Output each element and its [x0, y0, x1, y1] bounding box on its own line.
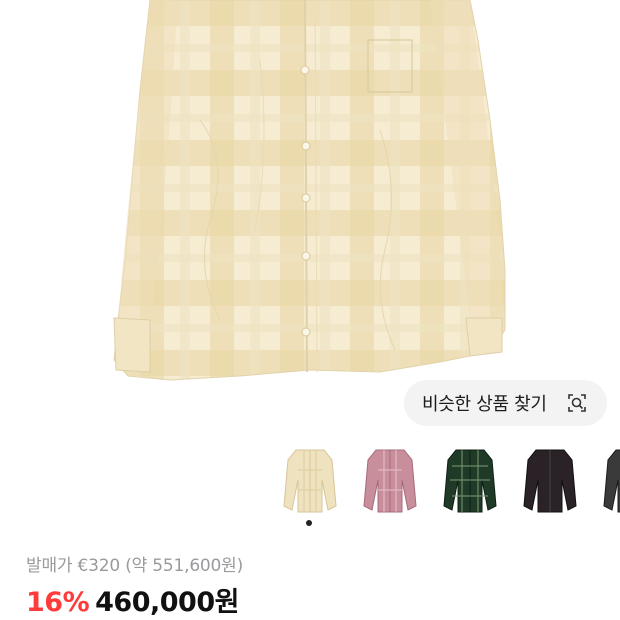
original-price: 발매가 €320 (약 551,600원): [26, 556, 244, 576]
sale-price: 460,000원: [95, 587, 239, 618]
carousel-indicator: [306, 520, 312, 526]
image-search-icon: [567, 393, 587, 413]
carousel-dot-active: [306, 520, 312, 526]
thumbnail-carousel[interactable]: [278, 440, 620, 520]
thumbnail-black[interactable]: [518, 440, 582, 520]
discount-rate: 16%: [26, 587, 90, 618]
thumbnail-charcoal[interactable]: [598, 440, 620, 520]
thumbnail-green-plaid[interactable]: [438, 440, 502, 520]
find-similar-label: 비슷한 상품 찾기: [422, 394, 547, 415]
find-similar-button[interactable]: 비슷한 상품 찾기: [404, 380, 607, 426]
price-row: 16% 460,000원: [26, 580, 239, 619]
thumbnail-cream-plaid[interactable]: [278, 440, 342, 520]
product-main-image[interactable]: [0, 0, 620, 430]
thumbnail-pink-plaid[interactable]: [358, 440, 422, 520]
